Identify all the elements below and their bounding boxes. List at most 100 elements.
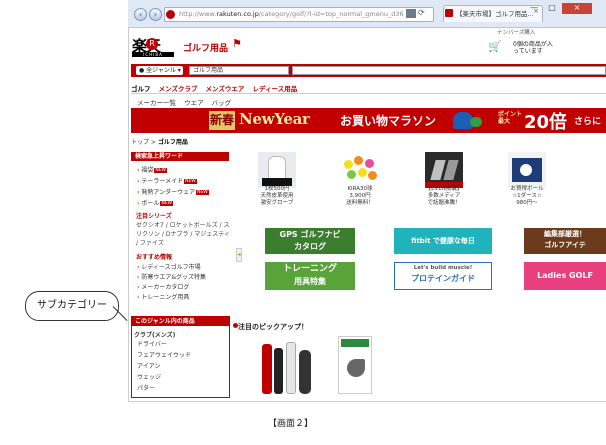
ball-icon [365, 159, 374, 168]
editors-pick-banner[interactable]: 編集部厳選！ ゴルフアイテ [524, 228, 606, 254]
series-links[interactable]: ゼクシオ7 / ロケットボールズ / スリクソン / Dナブラ / マジェスティ… [136, 221, 232, 248]
logo-r-mark: R [146, 38, 158, 50]
url-path: /category/golf/?l-id=top_normal_gmenu_d3… [258, 10, 404, 18]
forward-button[interactable]: › [149, 8, 162, 21]
subcategory-item[interactable]: ウェッジ [137, 374, 161, 381]
cart-text-line2: っています [513, 48, 543, 55]
category-nav-golf[interactable]: ゴルフ [131, 85, 151, 93]
subcategory-item[interactable]: フェアウェイウッド [137, 352, 191, 359]
caption-line: 1枚500円 [264, 186, 290, 192]
new-badge: NEW [196, 190, 209, 195]
banner-point-line2: 最大 [498, 118, 511, 125]
rising-item-label: 福袋 [141, 167, 154, 174]
rising-words-title: 検索急上昇ワード [131, 152, 229, 161]
cart-status[interactable]: 0個の商品が入 っています [513, 41, 553, 55]
subcategory-item[interactable]: ドライバー [137, 341, 167, 348]
minimize-button[interactable]: — [526, 3, 542, 14]
product-image-balls[interactable] [341, 152, 379, 188]
figure-caption: 【画面２】 [268, 419, 314, 429]
category-nav-mens-wear[interactable]: メンズウエア [206, 85, 245, 93]
banner-multiplier: 20倍 [524, 112, 568, 133]
product-image-glove[interactable] [258, 152, 296, 188]
sub-nav-maker[interactable]: メーカー一覧 [137, 99, 176, 107]
recommend-item[interactable]: メーカーカタログ [137, 284, 189, 291]
ball-icon [368, 171, 377, 180]
recommend-item[interactable]: 防寒ウエア&グッズ特集 [137, 274, 206, 281]
genre-select[interactable]: ゴルフ用品 [189, 66, 289, 75]
pickup-title: 注目のピックアップ！ [238, 323, 308, 331]
refresh-icon[interactable]: ⟳ [418, 8, 425, 17]
caption-line: 激安グローブ [260, 200, 294, 206]
breadcrumb-top[interactable]: トップ > [131, 139, 156, 146]
caption-line: お買得ボール [510, 186, 544, 192]
maximize-button[interactable]: □ [544, 3, 560, 14]
compat-view-icon[interactable] [406, 9, 416, 18]
rising-item[interactable]: 発熱アンダーウェアNEW [137, 189, 209, 196]
pickup-image-bags[interactable] [256, 338, 316, 398]
sneaker-icon [470, 117, 482, 127]
product-caption[interactable]: KIRA30球 3,900円 送料無料！ [331, 186, 389, 207]
product-caption[interactable]: お買得ボール ☆1ダース☆ 980円〜 [498, 186, 556, 207]
new-badge: NEW [184, 179, 197, 184]
search-input[interactable] [292, 66, 606, 75]
marathon-banner[interactable]: 新春 NewYear お買い物マラソン ポイント 最大 20倍 さらに [131, 108, 606, 133]
rising-item[interactable]: テーラーメイドNEW [137, 178, 197, 185]
banner-marathon: お買い物マラソン [340, 114, 437, 128]
golf-bag-icon [274, 348, 283, 394]
club-head-icon [443, 160, 459, 180]
promo-line: 用具特集 [294, 277, 326, 286]
caption-line: KIRA30球 [347, 186, 373, 192]
rising-item-label: ボール [141, 200, 160, 207]
close-window-button[interactable]: × [562, 3, 592, 14]
label-strip [262, 178, 292, 186]
fitbit-banner[interactable]: fitbit で健康な毎日 [394, 228, 492, 254]
category-nav-ladies[interactable]: レディース用品 [252, 85, 297, 93]
product-image-ball-box[interactable] [508, 152, 546, 188]
product-image-wedge[interactable] [425, 152, 463, 188]
numbers-link[interactable]: ナンバーズ購入 [497, 28, 535, 36]
address-bar[interactable]: http://www.rakuten.co.jp/category/golf/?… [164, 7, 434, 22]
sub-nav-bag[interactable]: バッグ [212, 99, 232, 107]
ladies-golf-banner[interactable]: Ladies GOLF [524, 262, 606, 290]
product-caption[interactable]: 【EVEN掲載】 多数メディア で話題沸騰！ [415, 186, 473, 207]
golf-bag-icon [262, 344, 272, 394]
rakuten-logo[interactable]: 楽天 R ICHIBA [132, 35, 174, 57]
gps-navi-banner[interactable]: GPS ゴルフナビ カタログ [265, 228, 355, 254]
subcategory-item[interactable]: アイアン [137, 363, 160, 370]
back-button[interactable]: ‹ [134, 8, 147, 21]
protein-guide-banner[interactable]: Let's build muscle! プロテインガイド [394, 262, 492, 290]
club-category[interactable]: クラブ(メンズ) [134, 330, 175, 339]
golfer-figure [299, 350, 311, 394]
promo-line: プロテインガイド [411, 274, 475, 283]
ball-icon [344, 160, 353, 169]
product-caption[interactable]: 1枚500円 天然皮革使用 激安グローブ [248, 186, 306, 207]
training-banner[interactable]: トレーニング 用具特集 [265, 262, 355, 290]
recommend-item[interactable]: トレーニング用具 [137, 294, 189, 301]
new-badge: NEW [160, 201, 173, 206]
sub-nav: メーカー一覧 ウエア バッグ [137, 97, 237, 107]
browser-toolbar: ‹ › http://www.rakuten.co.jp/category/go… [128, 0, 606, 28]
banner-point-line1: ポイント [498, 111, 523, 118]
site-favicon-icon [166, 10, 175, 19]
promo-line: ゴルフアイテ [544, 241, 586, 249]
divider [131, 93, 606, 94]
rising-item[interactable]: ボールNEW [137, 200, 173, 207]
ball-icon [347, 170, 356, 179]
caption-line: 送料無料！ [346, 200, 374, 206]
cart-icon[interactable]: 🛒 [488, 40, 514, 54]
club-head-icon [347, 359, 365, 377]
all-genre-button[interactable]: ● 全ジャンル ▾ [136, 66, 183, 75]
rising-item[interactable]: 福袋NEW [137, 167, 167, 174]
recommend-item[interactable]: レディースゴルフ市場 [137, 264, 200, 271]
sub-nav-wear[interactable]: ウエア [184, 99, 204, 107]
banner-new-year: NewYear [239, 110, 310, 128]
ball-icon [354, 156, 363, 165]
collapse-sidebar-button[interactable]: ◂ [236, 248, 242, 262]
series-title: 注目シリーズ [136, 213, 172, 220]
category-nav-mens-club[interactable]: メンズクラブ [159, 85, 198, 93]
subcategory-annotation: サブカテゴリー [25, 291, 119, 321]
pickup-image-club[interactable] [338, 336, 372, 394]
caption-line: 3,900円 [349, 193, 371, 199]
breadcrumb: トップ > ゴルフ用品 [131, 137, 188, 146]
subcategory-item[interactable]: パター [137, 385, 155, 392]
